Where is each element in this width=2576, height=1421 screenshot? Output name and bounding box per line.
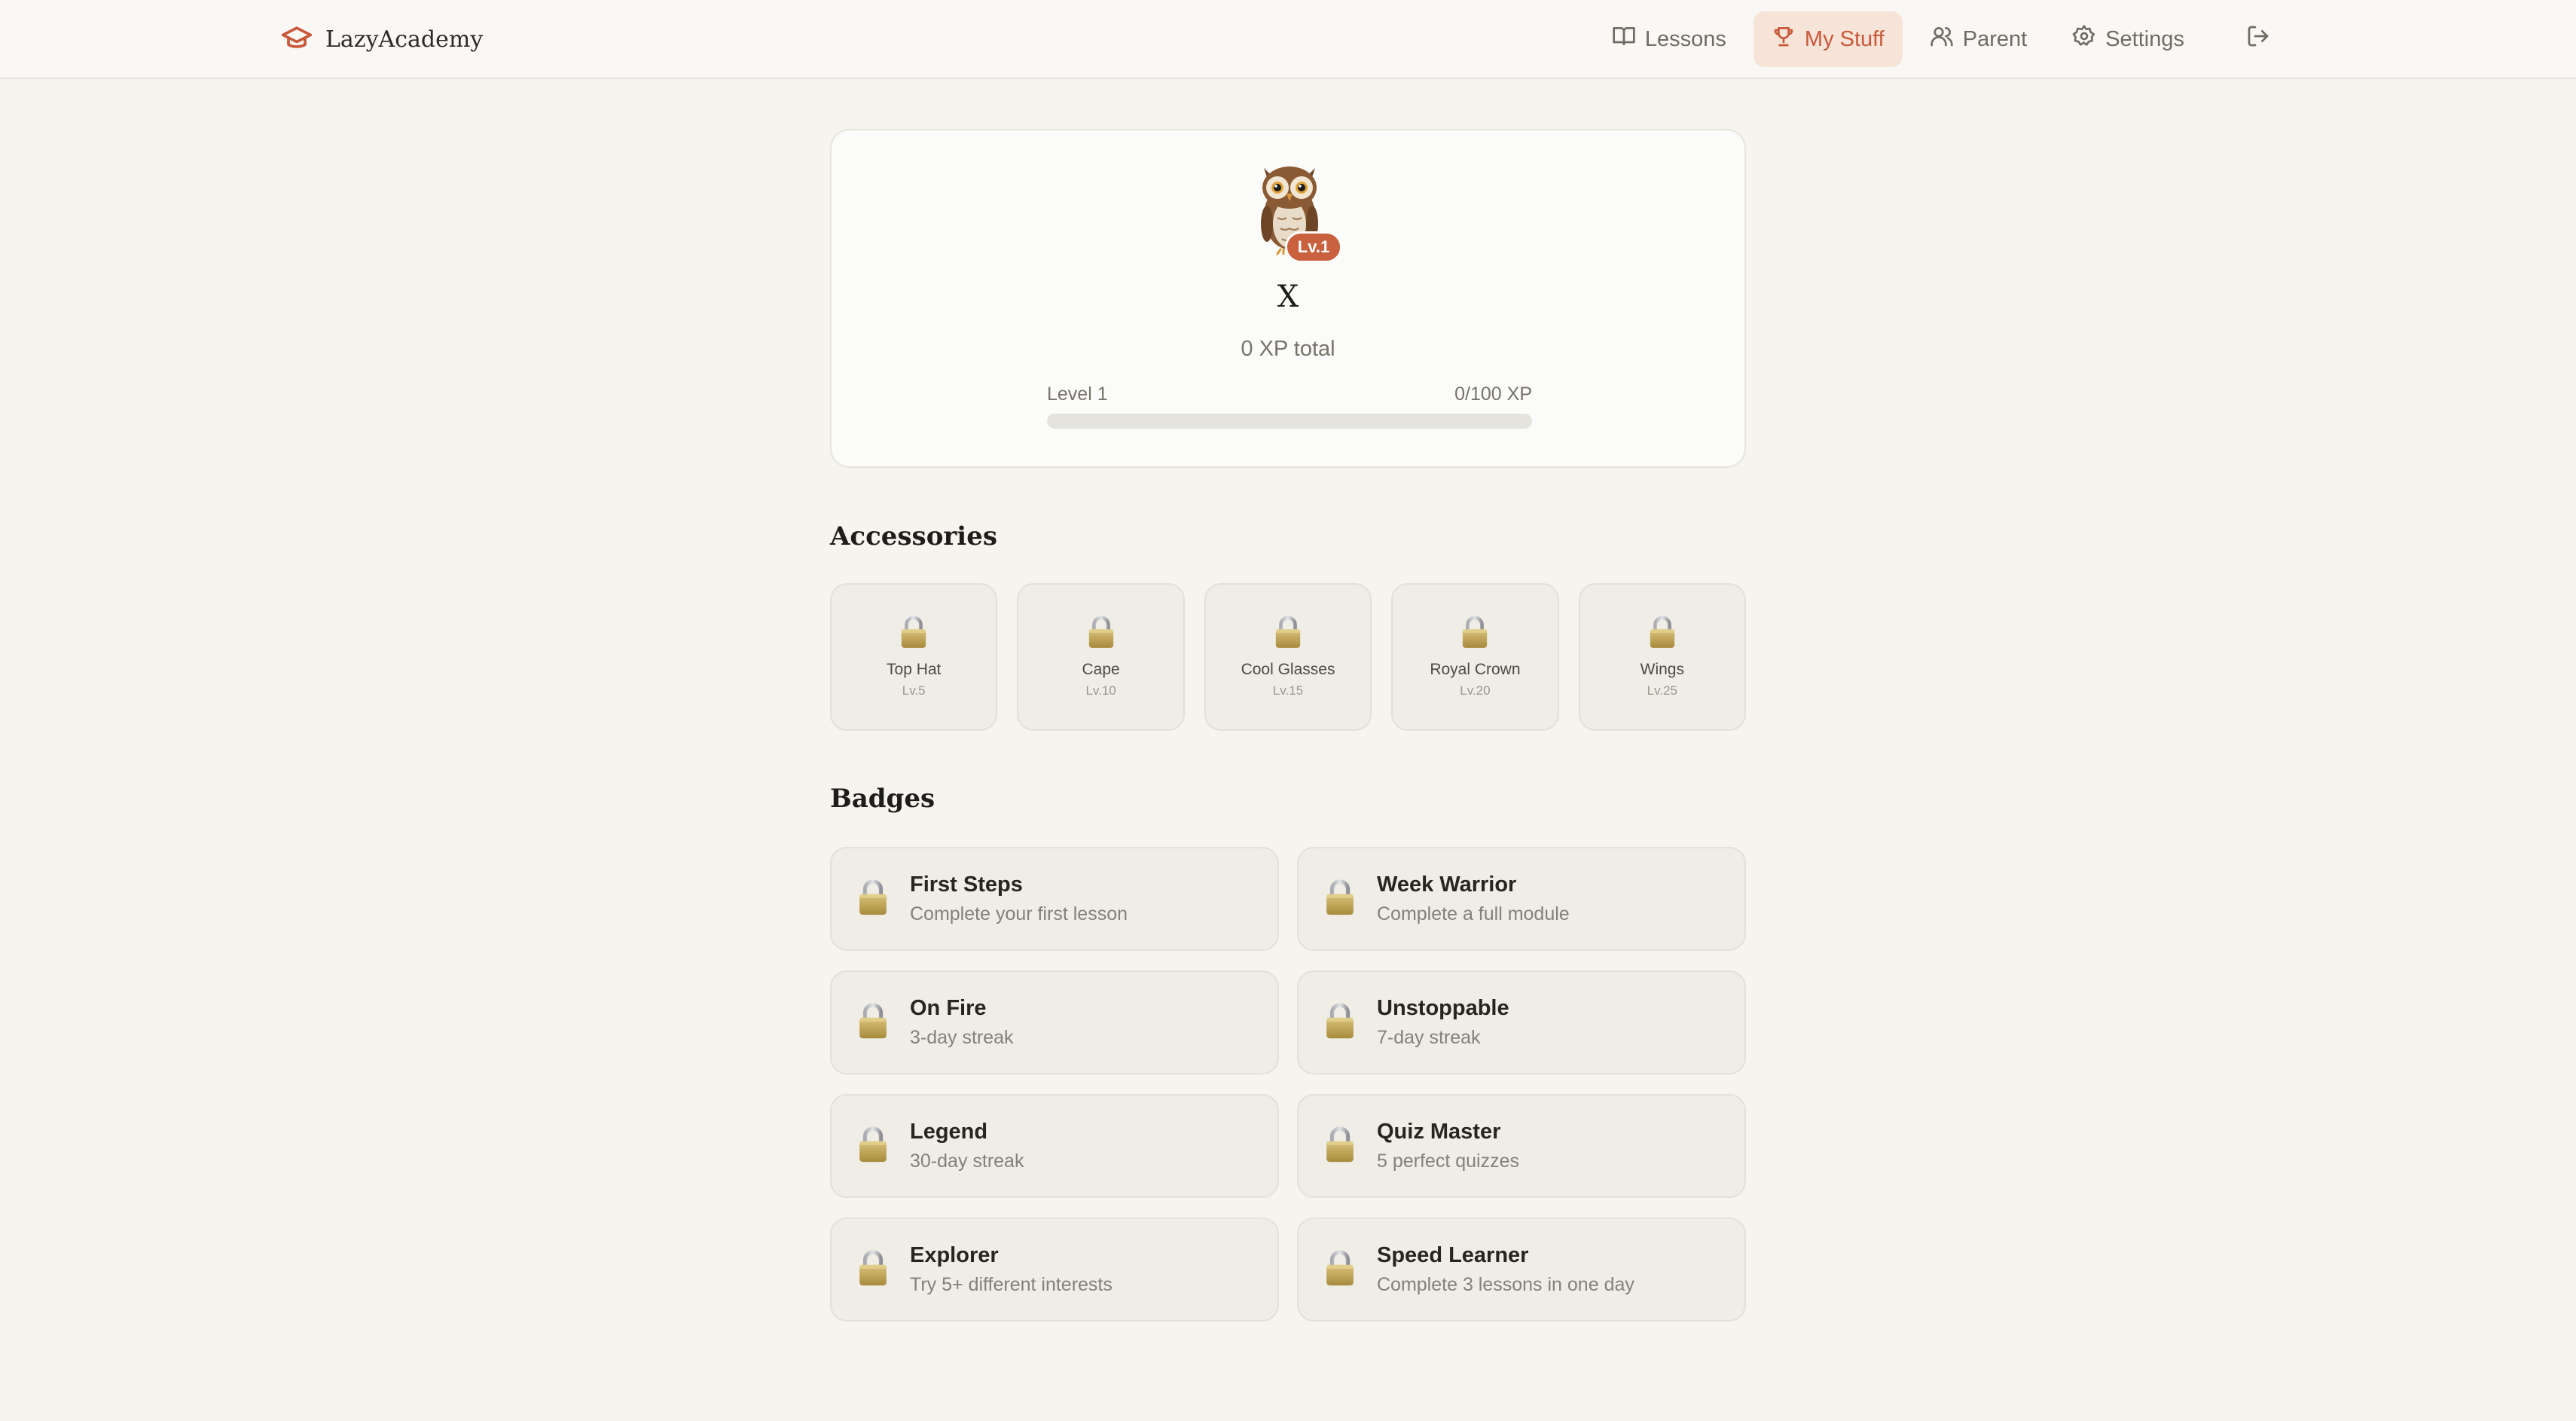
badge-card[interactable]: Speed Learner Complete 3 lessons in one … <box>1297 1218 1746 1322</box>
accessory-name: Wings <box>1640 661 1684 678</box>
gear-icon <box>2072 24 2096 54</box>
progress-labels: Level 1 0/100 XP <box>1047 384 1532 405</box>
badge-card[interactable]: Quiz Master 5 perfect quizzes <box>1297 1094 1746 1198</box>
badge-title: Week Warrior <box>1377 872 1517 897</box>
badge-description: 5 perfect quizzes <box>1377 1151 1519 1172</box>
lock-icon <box>899 585 928 653</box>
lock-icon <box>1324 1248 1356 1291</box>
lock-icon <box>1274 585 1302 653</box>
logout-button[interactable] <box>2231 11 2285 67</box>
xp-progress-bar <box>1047 414 1532 429</box>
badge-title: Legend <box>910 1120 988 1144</box>
lock-icon <box>1648 585 1677 653</box>
badge-title: Speed Learner <box>1377 1243 1529 1267</box>
accessory-card[interactable]: Wings Lv.25 <box>1578 583 1747 731</box>
accessories-heading: Accessories <box>830 521 997 552</box>
badge-description: Complete 3 lessons in one day <box>1377 1274 1634 1295</box>
accessory-level: Lv.5 <box>902 683 926 698</box>
lock-icon <box>857 1001 889 1044</box>
users-icon <box>1930 24 1954 54</box>
nav-my-stuff[interactable]: My Stuff <box>1753 11 1903 67</box>
badge-title: Quiz Master <box>1377 1120 1501 1144</box>
logout-icon <box>2246 24 2270 54</box>
badge-description: Complete a full module <box>1377 903 1570 924</box>
badge-description: Try 5+ different interests <box>910 1274 1113 1295</box>
user-name: X <box>1277 280 1299 314</box>
badge-card[interactable]: Week Warrior Complete a full module <box>1297 847 1746 951</box>
accessory-card[interactable]: Cool Glasses Lv.15 <box>1204 583 1372 731</box>
badge-description: 30-day streak <box>910 1151 1024 1172</box>
accessory-level: Lv.15 <box>1272 683 1304 698</box>
accessory-level: Lv.10 <box>1085 683 1116 698</box>
lock-icon <box>1087 585 1116 653</box>
accessory-level: Lv.20 <box>1460 683 1491 698</box>
accessory-name: Cape <box>1082 661 1120 678</box>
brand-logo[interactable]: LazyAcademy <box>280 20 483 59</box>
lock-icon <box>857 1125 889 1168</box>
badges-grid: First Steps Complete your first lesson W… <box>830 847 1746 1322</box>
lock-icon <box>1460 585 1489 653</box>
app-name: LazyAcademy <box>325 26 484 53</box>
badge-description: Complete your first lesson <box>910 903 1128 924</box>
accessory-card[interactable]: Royal Crown Lv.20 <box>1391 583 1559 731</box>
accessory-card[interactable]: Cape Lv.10 <box>1017 583 1185 731</box>
nav-parent-label: Parent <box>1962 26 2028 51</box>
badge-card[interactable]: On Fire 3-day streak <box>830 970 1279 1074</box>
accessories-grid: Top Hat Lv.5 Cape Lv.10 Cool Glasses Lv.… <box>830 583 1747 731</box>
book-icon <box>1612 24 1636 54</box>
lock-icon <box>857 878 889 921</box>
accessory-name: Top Hat <box>887 661 942 678</box>
nav-parent[interactable]: Parent <box>1912 11 2045 67</box>
badge-title: Unstoppable <box>1377 996 1509 1020</box>
lock-icon <box>857 1248 889 1291</box>
level-badge: Lv.1 <box>1285 231 1342 263</box>
xp-progress-label: 0/100 XP <box>1454 384 1532 405</box>
xp-total: 0 XP total <box>1241 337 1335 361</box>
accessory-level: Lv.25 <box>1647 683 1677 698</box>
nav-lessons[interactable]: Lessons <box>1594 11 1744 67</box>
badge-title: First Steps <box>910 872 1023 897</box>
lock-icon <box>1324 1125 1356 1168</box>
lock-icon <box>1324 1001 1356 1044</box>
badge-card[interactable]: Unstoppable 7-day streak <box>1297 970 1746 1074</box>
nav-my-stuff-label: My Stuff <box>1804 26 1885 51</box>
badge-card[interactable]: Legend 30-day streak <box>830 1094 1279 1198</box>
nav-lessons-label: Lessons <box>1644 26 1726 51</box>
badge-title: Explorer <box>910 1243 999 1267</box>
trophy-icon <box>1772 24 1796 54</box>
accessory-card[interactable]: Top Hat Lv.5 <box>830 583 998 731</box>
level-label: Level 1 <box>1047 384 1108 405</box>
graduation-cap-icon <box>280 21 313 58</box>
main-nav: Lessons My Stuff Parent Settings <box>1594 9 2285 69</box>
top-nav-bar: LazyAcademy Lessons My Stuff Parent Sett… <box>0 0 2576 79</box>
badge-description: 3-day streak <box>910 1027 1014 1048</box>
nav-settings-label: Settings <box>2105 26 2184 51</box>
badge-card[interactable]: First Steps Complete your first lesson <box>830 847 1279 951</box>
accessory-name: Cool Glasses <box>1241 661 1335 678</box>
lock-icon <box>1324 878 1356 921</box>
badge-description: 7-day streak <box>1377 1027 1481 1048</box>
accessory-name: Royal Crown <box>1430 661 1521 678</box>
badge-card[interactable]: Explorer Try 5+ different interests <box>830 1218 1279 1322</box>
badge-title: On Fire <box>910 996 987 1020</box>
nav-settings[interactable]: Settings <box>2054 11 2202 67</box>
profile-card: Lv.1 X 0 XP total Level 1 0/100 XP <box>830 129 1746 468</box>
badges-heading: Badges <box>830 784 935 814</box>
